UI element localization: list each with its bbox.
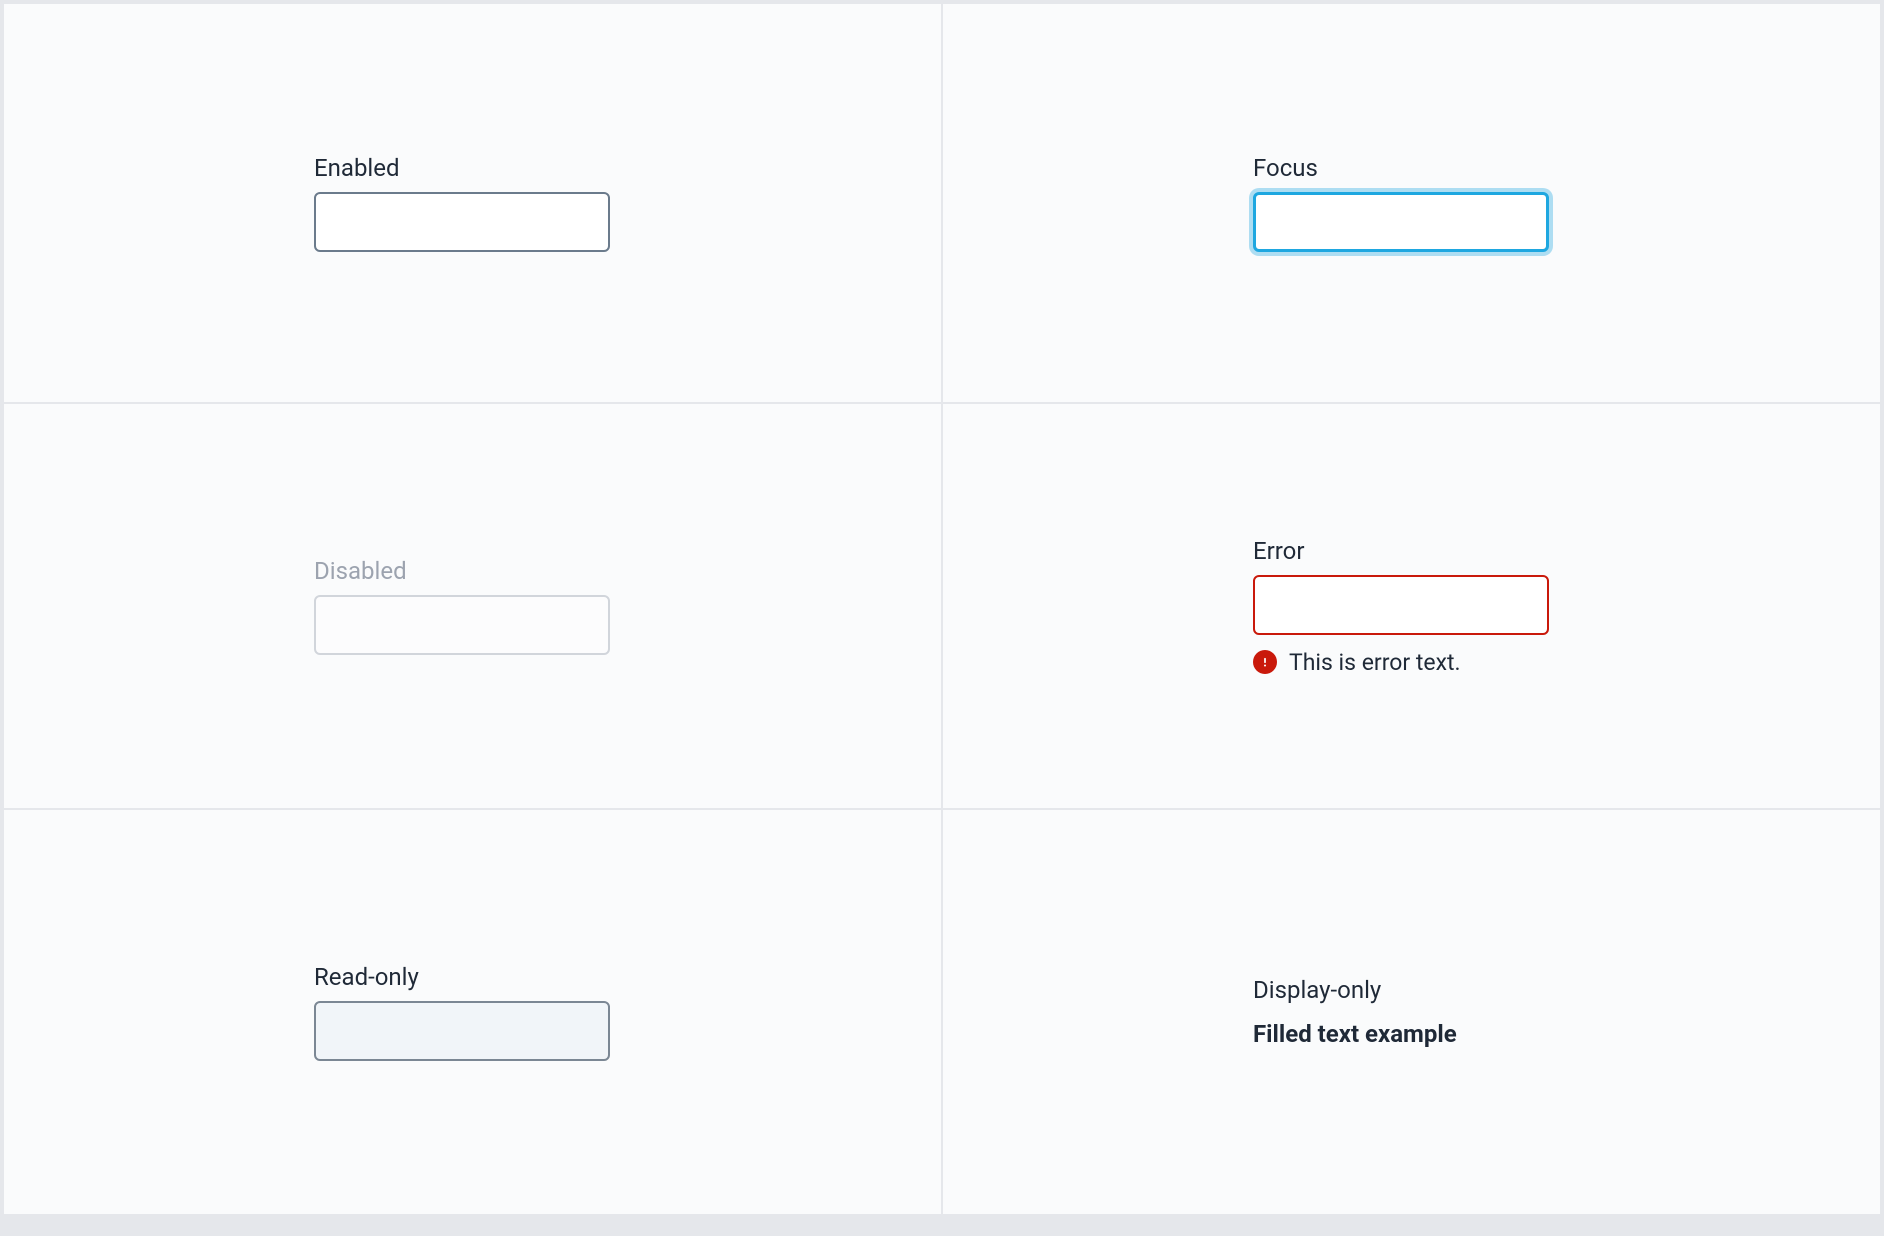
label-focus: Focus bbox=[1253, 154, 1549, 182]
error-icon bbox=[1253, 650, 1277, 674]
display-value: Filled text example bbox=[1253, 1020, 1457, 1048]
field-enabled: Enabled bbox=[314, 154, 610, 252]
label-error: Error bbox=[1253, 537, 1549, 565]
cell-error: Error This is error text. bbox=[943, 404, 1880, 808]
field-disabled: Disabled bbox=[314, 557, 610, 655]
cell-display: Display-only Filled text example bbox=[943, 810, 1880, 1214]
error-text: This is error text. bbox=[1289, 649, 1461, 676]
cell-focus: Focus bbox=[943, 4, 1880, 402]
input-focus[interactable] bbox=[1253, 192, 1549, 252]
input-enabled[interactable] bbox=[314, 192, 610, 252]
cell-enabled: Enabled bbox=[4, 4, 941, 402]
cell-readonly: Read-only bbox=[4, 810, 941, 1214]
cell-disabled: Disabled bbox=[4, 404, 941, 808]
input-readonly bbox=[314, 1001, 610, 1061]
label-display: Display-only bbox=[1253, 976, 1457, 1004]
field-error: Error This is error text. bbox=[1253, 537, 1549, 676]
field-readonly: Read-only bbox=[314, 963, 610, 1061]
label-enabled: Enabled bbox=[314, 154, 610, 182]
field-focus: Focus bbox=[1253, 154, 1549, 252]
field-display: Display-only Filled text example bbox=[1253, 976, 1457, 1048]
label-disabled: Disabled bbox=[314, 557, 610, 585]
error-message-row: This is error text. bbox=[1253, 649, 1549, 676]
label-readonly: Read-only bbox=[314, 963, 610, 991]
states-grid: Enabled Focus Disabled Error This is err… bbox=[0, 0, 1884, 1236]
input-error[interactable] bbox=[1253, 575, 1549, 635]
input-disabled bbox=[314, 595, 610, 655]
